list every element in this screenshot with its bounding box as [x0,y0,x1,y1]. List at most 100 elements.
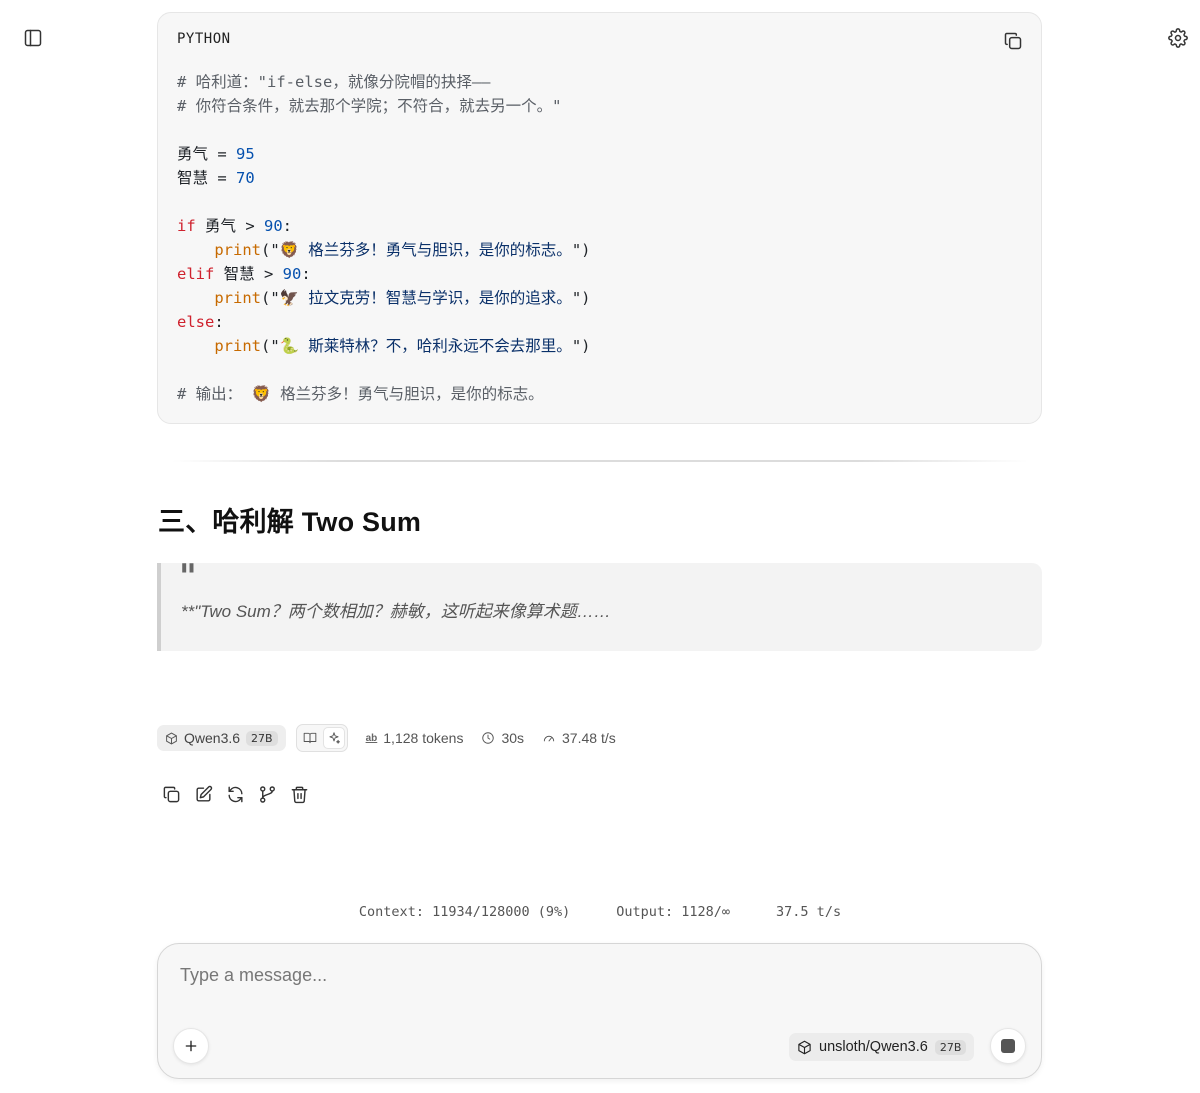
generation-speed: 37.48 t/s [542,730,616,746]
code-token: 95 [236,145,255,163]
code-token: print [214,337,261,355]
selected-model-name: unsloth/Qwen3.6 [819,1039,928,1055]
model-size-badge: 27B [246,730,278,746]
delete-button[interactable] [287,782,311,806]
code-token: 智慧 > [214,265,283,283]
code-line: if 勇气 > 90: [177,214,590,238]
code-token: : [301,265,311,283]
sparkles-icon [329,732,340,744]
token-count: ab 1,128 tokens [365,730,464,746]
code-token: # 你符合条件，就去那个学院；不符合，就去另一个。" [177,97,562,115]
code-line: # 你符合条件，就去那个学院；不符合，就去另一个。" [177,94,590,118]
code-line: # 输出： 🦁 格兰芬多！勇气与胆识，是你的标志。 [177,382,590,406]
message-composer: unsloth/Qwen3.6 27B [157,943,1042,1079]
code-line: print("🦅 拉文克劳！智慧与学识，是你的追求。") [177,286,590,310]
plus-icon [185,1040,197,1052]
context-usage: Context: 11934/128000 (9%) [358,904,571,920]
blockquote-text: **"Two Sum？两个数相加？赫敏，这听起来像算术题…… [181,602,611,621]
code-token: 勇气 = [177,145,236,163]
model-pill: Qwen3.6 27B [157,725,286,751]
code-token: 智慧 = [177,169,236,187]
book-open-icon [303,732,316,744]
section-heading: 三、哈利解 Two Sum [158,507,422,537]
gauge-icon [543,735,555,742]
git-branch-icon [259,785,275,803]
code-token: ") [571,241,591,259]
code-token: 🦁 格兰芬多！勇气与胆识，是你的标志。 [279,241,572,259]
edit-icon [195,785,212,802]
sidebar-toggle-icon [24,29,42,47]
code-token: 70 [236,169,255,187]
code-line: print("🦁 格兰芬多！勇气与胆识，是你的标志。") [177,238,590,262]
trash-icon [291,786,307,803]
model-name: Qwen3.6 [184,730,241,746]
message-actions [159,782,311,806]
horizontal-divider [172,460,1028,462]
code-token: elif [177,265,215,283]
code-line: 勇气 = 95 [177,142,590,166]
copy-code-button[interactable] [1001,29,1025,53]
message-meta: Qwen3.6 27B ab 1,128 tokens 30s 37.48 t/… [157,724,616,752]
stop-generation-button[interactable] [990,1028,1026,1064]
code-language-label: PYTHON [177,31,231,47]
code-token: (" [261,241,280,259]
selected-model-size-badge: 27B [934,1039,967,1055]
cube-icon [166,732,177,744]
edit-message-button[interactable] [191,782,215,806]
branch-button[interactable] [255,782,279,806]
code-token: # 哈利道："if-else，就像分院帽的抉择—— [177,73,491,91]
gear-icon [1168,28,1188,48]
code-token: (" [261,337,280,355]
code-line: print("🐍 斯莱特林？不，哈利永远不会去那里。") [177,334,590,358]
copy-icon [163,786,179,802]
copy-message-button[interactable] [159,782,183,806]
tokens-per-second: 37.5 t/s [776,904,842,920]
refresh-icon [227,786,243,802]
token-icon: ab [365,732,378,744]
output-usage: Output: 1128/∞ [616,904,731,920]
code-token: : [282,217,293,235]
code-token: (" [261,289,280,307]
code-token: 勇气 > [195,217,264,235]
code-line: elif 智慧 > 90: [177,262,590,286]
model-selector[interactable]: unsloth/Qwen3.6 27B [789,1033,975,1061]
code-token: : [214,313,224,331]
sparkle-mode-button[interactable] [322,727,345,749]
code-token: 90 [264,217,283,235]
code-content: # 哈利道："if-else，就像分院帽的抉择—— # 你符合条件，就去那个学院；… [177,70,590,406]
sidebar-toggle-button[interactable] [21,26,45,50]
message-input[interactable] [180,960,1000,990]
code-token: ") [571,289,591,307]
context-status-bar: Context: 11934/128000 (9%) Output: 1128/… [0,904,1200,920]
code-token: ") [571,337,591,355]
code-token: 🦅 拉文克劳！智慧与学识，是你的追求。 [279,289,572,307]
clock-icon [482,732,495,744]
code-line: # 哈利道："if-else，就像分院帽的抉择—— [177,70,590,94]
reading-mode-button[interactable] [299,727,321,749]
code-line: 智慧 = 70 [177,166,590,190]
duration: 30s [481,730,524,746]
quote-mark: " [179,557,197,597]
cube-icon [798,1040,811,1054]
code-token: if [177,217,196,235]
code-line: else: [177,310,590,334]
copy-icon [1004,32,1022,50]
add-attachment-button[interactable] [173,1028,209,1064]
stop-icon [1001,1039,1015,1053]
code-block: PYTHON # 哈利道："if-else，就像分院帽的抉择—— # 你符合条件，… [157,12,1042,424]
code-token: else [177,313,215,331]
settings-button[interactable] [1166,26,1190,50]
code-token: 🐍 斯莱特林？不，哈利永远不会去那里。 [279,337,572,355]
code-token: print [214,289,261,307]
blockquote: " **"Two Sum？两个数相加？赫敏，这听起来像算术题…… [157,557,1042,651]
code-token: 90 [282,265,302,283]
view-mode-toggle [295,724,348,752]
regenerate-button[interactable] [223,782,247,806]
code-token: print [214,241,261,259]
